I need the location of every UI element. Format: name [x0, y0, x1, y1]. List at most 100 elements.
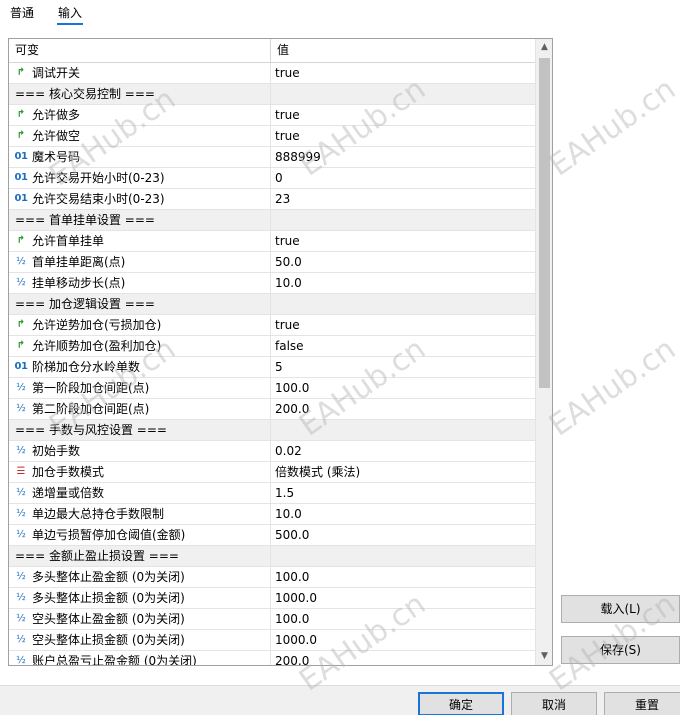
parameter-value-cell[interactable]: 200.0 — [271, 651, 535, 665]
parameter-name-cell: ↱ 允许做多 — [9, 105, 271, 125]
scroll-up-icon[interactable]: ▲ — [536, 39, 552, 56]
parameter-row[interactable]: ½ 单边最大总持仓手数限制 10.0 — [9, 504, 535, 525]
parameter-row[interactable]: ½ 挂单移动步长(点) 10.0 — [9, 273, 535, 294]
parameter-name-cell: === 首单挂单设置 === — [9, 210, 271, 230]
parameter-name-cell: ½ 账户总盈亏止盈金额 (0为关闭) — [9, 651, 271, 666]
parameter-row[interactable]: ↱ 允许顺势加仓(盈利加仓) false — [9, 336, 535, 357]
load-button[interactable]: 载入(L) — [561, 595, 680, 623]
parameter-row[interactable]: ½ 账户总盈亏止盈金额 (0为关闭) 200.0 — [9, 651, 535, 666]
parameter-row[interactable]: ½ 空头整体止盈金额 (0为关闭) 100.0 — [9, 609, 535, 630]
parameter-row[interactable]: ½ 第一阶段加仓间距(点) 100.0 — [9, 378, 535, 399]
parameter-row[interactable]: ↱ 允许做多 true — [9, 105, 535, 126]
parameter-row[interactable]: ½ 空头整体止损金额 (0为关闭) 1000.0 — [9, 630, 535, 651]
parameter-label: 加仓手数模式 — [32, 465, 105, 479]
parameter-name-cell: 01 阶梯加仓分水岭单数 — [9, 357, 271, 377]
inputs-grid: 可变 值 ↱ 调试开关 true === 核心交易控制 === ↱ 允许做多 true ↱ 允许… — [8, 38, 553, 666]
parameter-name-cell: ½ 初始手数 — [9, 441, 271, 461]
parameter-value-cell[interactable]: 10.0 — [271, 273, 535, 293]
parameter-name-cell: === 核心交易控制 === — [9, 84, 271, 104]
parameter-label: 允许做多 — [32, 108, 81, 122]
parameter-value-cell[interactable]: 10.0 — [271, 504, 535, 524]
parameter-value-cell[interactable]: 500.0 — [271, 525, 535, 545]
parameter-name-cell: ½ 首单挂单距离(点) — [9, 252, 271, 272]
parameter-row[interactable]: ↱ 允许做空 true — [9, 126, 535, 147]
parameter-row[interactable]: 01 允许交易开始小时(0-23) 0 — [9, 168, 535, 189]
cancel-button[interactable]: 取消 — [511, 692, 597, 715]
bool-arrow-icon: ↱ — [16, 340, 26, 351]
parameter-value-cell[interactable]: 23 — [271, 189, 535, 209]
parameter-row[interactable]: ½ 多头整体止损金额 (0为关闭) 1000.0 — [9, 588, 535, 609]
parameter-value-cell[interactable]: 200.0 — [271, 399, 535, 419]
parameter-name-cell: ☰ 加仓手数模式 — [9, 462, 271, 482]
parameter-row[interactable]: ½ 单边亏损暂停加仓阈值(金额) 500.0 — [9, 525, 535, 546]
parameter-value-cell[interactable]: 100.0 — [271, 609, 535, 629]
parameter-row[interactable]: ½ 递增量或倍数 1.5 — [9, 483, 535, 504]
parameter-label: 递增量或倍数 — [32, 486, 105, 500]
parameter-row[interactable]: ↱ 调试开关 true — [9, 63, 535, 84]
parameter-row[interactable]: ½ 首单挂单距离(点) 50.0 — [9, 252, 535, 273]
tab-general[interactable]: 普通 — [10, 4, 34, 21]
parameter-row[interactable]: 01 阶梯加仓分水岭单数 5 — [9, 357, 535, 378]
double-icon: ½ — [16, 277, 26, 288]
parameter-value-cell[interactable]: 100.0 — [271, 378, 535, 398]
parameter-value-cell[interactable]: 0.02 — [271, 441, 535, 461]
parameter-value-cell[interactable]: 888999 — [271, 147, 535, 167]
double-icon: ½ — [16, 508, 26, 519]
section-row[interactable]: === 金额止盈止损设置 === — [9, 546, 535, 567]
section-row[interactable]: === 首单挂单设置 === — [9, 210, 535, 231]
parameter-label: 阶梯加仓分水岭单数 — [32, 360, 141, 374]
double-icon: ½ — [16, 445, 26, 456]
parameter-name-cell: ½ 第一阶段加仓间距(点) — [9, 378, 271, 398]
grid-header: 可变 值 — [9, 39, 535, 63]
parameter-label: 单边亏损暂停加仓阈值(金额) — [32, 528, 186, 542]
parameter-value-cell[interactable]: 50.0 — [271, 252, 535, 272]
save-button[interactable]: 保存(S) — [561, 636, 680, 664]
scroll-down-icon[interactable]: ▼ — [536, 648, 552, 665]
parameter-name-cell: === 金额止盈止损设置 === — [9, 546, 271, 566]
reset-button[interactable]: 重置 — [604, 692, 680, 715]
parameter-row[interactable]: ↱ 允许逆势加仓(亏损加仓) true — [9, 315, 535, 336]
bool-arrow-icon: ↱ — [16, 109, 26, 120]
parameter-row[interactable]: 01 允许交易结束小时(0-23) 23 — [9, 189, 535, 210]
section-row[interactable]: === 核心交易控制 === — [9, 84, 535, 105]
watermark: EAHub.cn — [543, 71, 680, 184]
section-row[interactable]: === 手数与风控设置 === — [9, 420, 535, 441]
parameter-value-cell[interactable]: true — [271, 63, 535, 83]
ok-button[interactable]: 确定 — [418, 692, 504, 715]
parameter-row[interactable]: ½ 第二阶段加仓间距(点) 200.0 — [9, 399, 535, 420]
scroll-thumb[interactable] — [539, 58, 550, 388]
header-variable[interactable]: 可变 — [9, 39, 271, 62]
active-tab-indicator — [57, 23, 83, 25]
parameter-row[interactable]: ☰ 加仓手数模式 倍数模式 (乘法) — [9, 462, 535, 483]
parameter-row[interactable]: ½ 多头整体止盈金额 (0为关闭) 100.0 — [9, 567, 535, 588]
parameter-value-cell[interactable]: true — [271, 126, 535, 146]
double-icon: ½ — [16, 655, 26, 666]
parameter-value-cell[interactable]: false — [271, 336, 535, 356]
vertical-scrollbar[interactable]: ▲ ▼ — [535, 39, 552, 665]
parameter-value-cell[interactable]: true — [271, 315, 535, 335]
parameter-value-cell[interactable]: 倍数模式 (乘法) — [271, 462, 535, 482]
parameter-value-cell — [271, 84, 535, 104]
parameter-value-cell[interactable]: 5 — [271, 357, 535, 377]
parameter-row[interactable]: 01 魔术号码 888999 — [9, 147, 535, 168]
parameter-value-cell[interactable]: true — [271, 231, 535, 251]
double-icon: ½ — [16, 529, 26, 540]
parameter-name-cell: === 手数与风控设置 === — [9, 420, 271, 440]
parameter-value-cell[interactable]: true — [271, 105, 535, 125]
parameter-name-cell: ½ 第二阶段加仓间距(点) — [9, 399, 271, 419]
section-row[interactable]: === 加仓逻辑设置 === — [9, 294, 535, 315]
parameter-value-cell[interactable]: 0 — [271, 168, 535, 188]
parameter-value-cell[interactable]: 1000.0 — [271, 630, 535, 650]
parameter-row[interactable]: ½ 初始手数 0.02 — [9, 441, 535, 462]
parameter-value-cell[interactable]: 1000.0 — [271, 588, 535, 608]
double-icon: ½ — [16, 256, 26, 267]
parameter-label: 账户总盈亏止盈金额 (0为关闭) — [32, 654, 197, 666]
parameter-value-cell[interactable]: 100.0 — [271, 567, 535, 587]
parameter-name-cell: ½ 多头整体止盈金额 (0为关闭) — [9, 567, 271, 587]
header-value[interactable]: 值 — [271, 39, 535, 62]
parameter-name-cell: ½ 递增量或倍数 — [9, 483, 271, 503]
double-icon: ½ — [16, 613, 26, 624]
tab-inputs[interactable]: 输入 — [58, 4, 82, 21]
parameter-value-cell[interactable]: 1.5 — [271, 483, 535, 503]
parameter-row[interactable]: ↱ 允许首单挂单 true — [9, 231, 535, 252]
